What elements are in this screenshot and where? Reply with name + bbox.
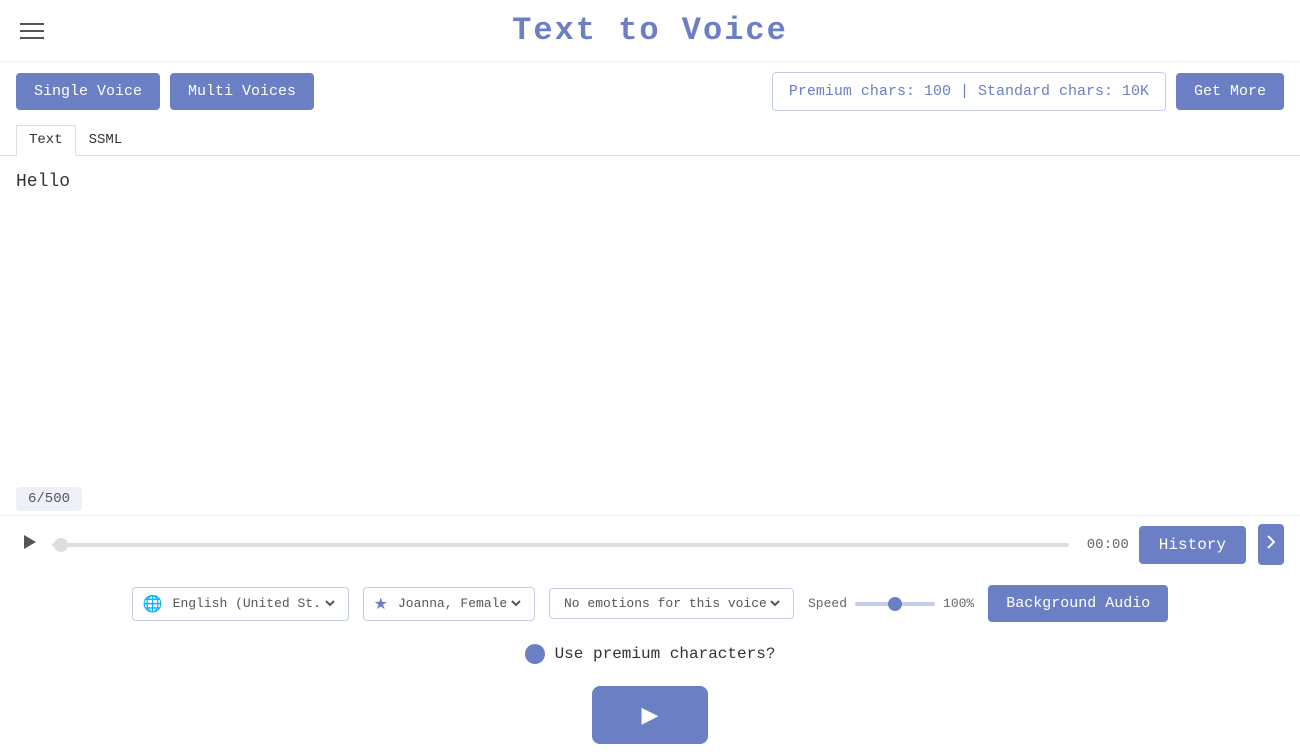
speed-control: Speed 100% <box>808 596 974 611</box>
language-select[interactable]: English (United St. <box>169 595 338 612</box>
arrow-right-button[interactable] <box>1258 524 1284 565</box>
generate-button[interactable]: ▶ <box>592 686 709 744</box>
premium-row: Use premium characters? <box>0 634 1300 674</box>
tabs-container: Text SSML <box>0 121 1300 156</box>
menu-icon[interactable] <box>20 23 44 39</box>
audio-player: 00:00 History <box>0 515 1300 573</box>
chars-info-container: Premium chars: 100 | Standard chars: 10K… <box>772 72 1284 111</box>
speed-slider[interactable] <box>855 602 935 606</box>
premium-label: Use premium characters? <box>555 645 776 663</box>
multi-voices-button[interactable]: Multi Voices <box>170 73 314 110</box>
generate-icon: ▶ <box>642 702 659 727</box>
text-editor-container: Hello <box>0 156 1300 483</box>
play-button[interactable] <box>16 529 42 560</box>
tab-text[interactable]: Text <box>16 125 76 156</box>
language-selector[interactable]: 🌐 English (United St. <box>132 587 349 621</box>
speed-label: Speed <box>808 596 847 611</box>
voice-selector[interactable]: ★ Joanna, Female <box>363 587 535 621</box>
premium-toggle[interactable] <box>525 644 545 664</box>
counter-bar: 6/500 <box>0 483 1300 515</box>
single-voice-button[interactable]: Single Voice <box>16 73 160 110</box>
emotions-selector[interactable]: No emotions for this voice <box>549 588 794 619</box>
get-more-button[interactable]: Get More <box>1176 73 1284 110</box>
time-display: 00:00 <box>1079 537 1129 553</box>
emotions-select[interactable]: No emotions for this voice <box>560 595 783 612</box>
generate-row: ▶ <box>0 674 1300 756</box>
play-icon <box>20 533 38 551</box>
chars-display: Premium chars: 100 | Standard chars: 10K <box>772 72 1166 111</box>
star-icon: ★ <box>374 594 388 614</box>
globe-icon: 🌐 <box>143 594 163 614</box>
chevron-right-icon <box>1266 534 1276 550</box>
controls-row: 🌐 English (United St. ★ Joanna, Female N… <box>0 573 1300 634</box>
text-input[interactable]: Hello <box>16 172 1284 462</box>
progress-bar[interactable] <box>52 543 1069 547</box>
progress-thumb[interactable] <box>54 538 68 552</box>
voice-select[interactable]: Joanna, Female <box>394 595 524 612</box>
toolbar: Single Voice Multi Voices Premium chars:… <box>0 62 1300 121</box>
tab-ssml[interactable]: SSML <box>76 125 136 155</box>
background-audio-button[interactable]: Background Audio <box>988 585 1168 622</box>
history-button[interactable]: History <box>1139 526 1246 564</box>
char-count: 6/500 <box>16 487 82 511</box>
page-title: Text to Voice <box>512 12 788 49</box>
progress-container <box>52 543 1069 547</box>
speed-value: 100% <box>943 596 974 611</box>
header: Text to Voice <box>0 0 1300 62</box>
